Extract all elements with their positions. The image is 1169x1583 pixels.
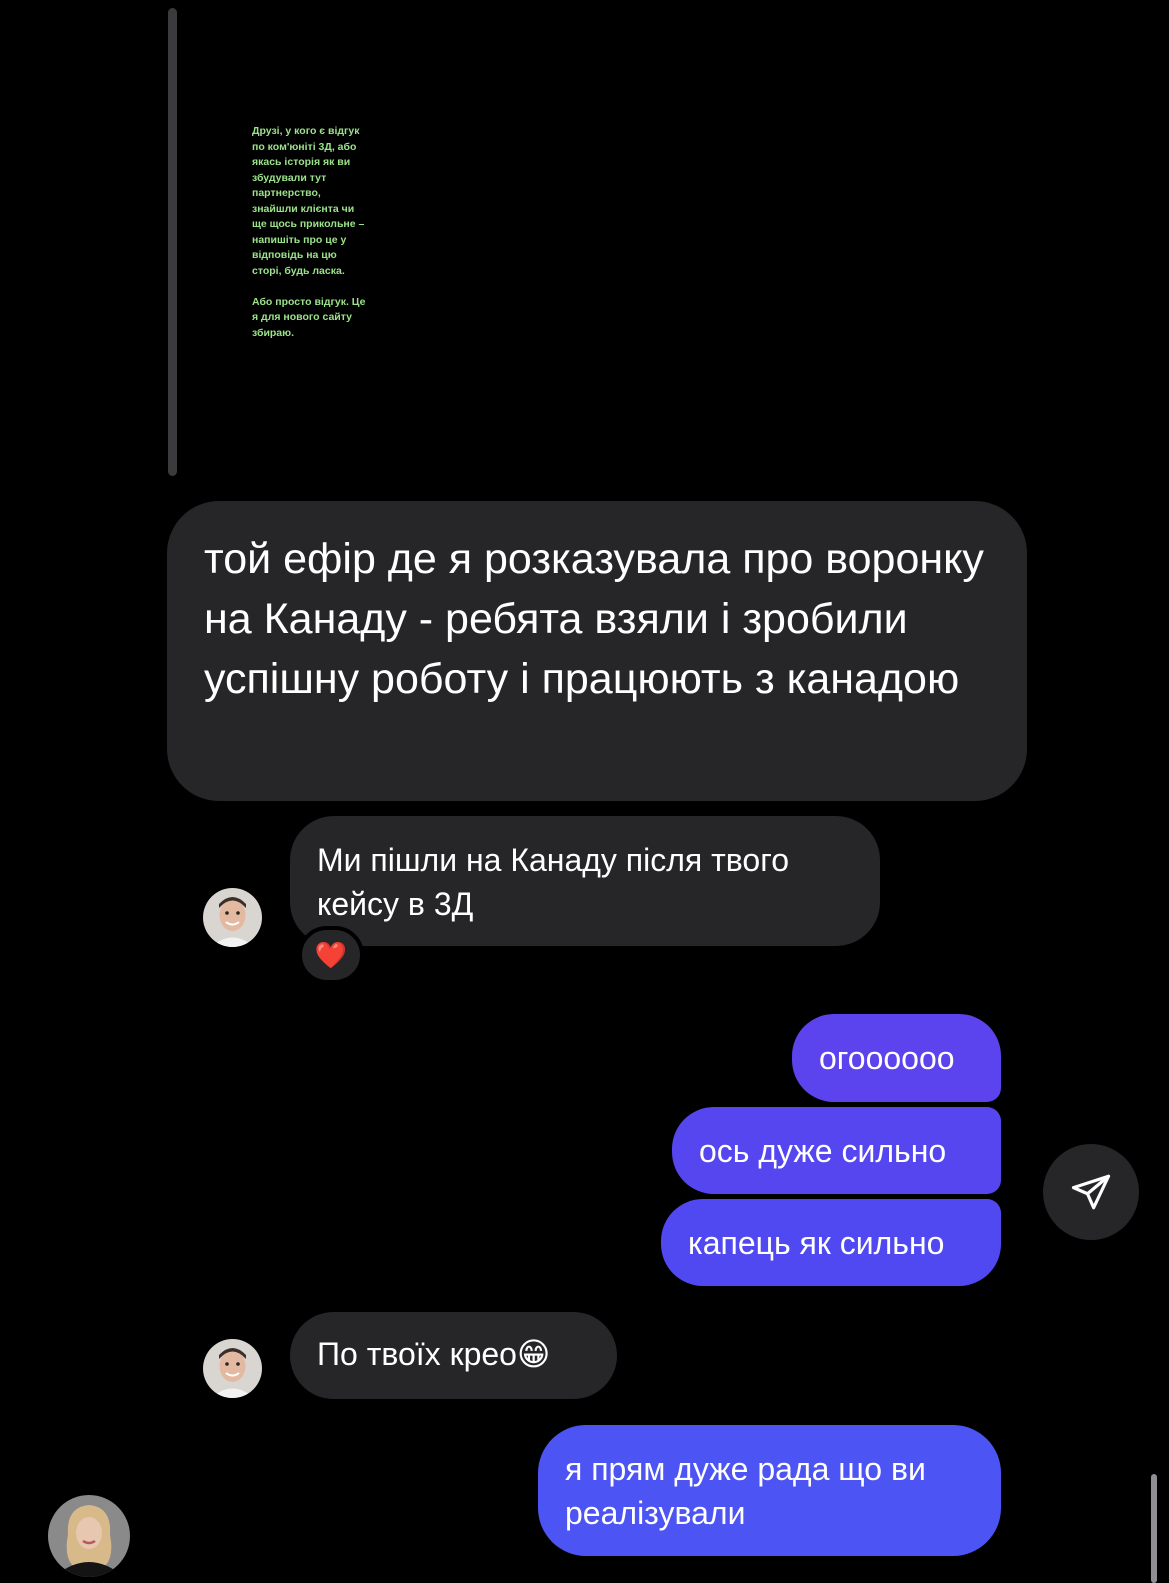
send-button[interactable] [1043,1144,1139,1240]
outgoing-message[interactable]: капець як сильно [661,1199,1001,1286]
scrollbar[interactable] [1151,1474,1157,1583]
outgoing-message[interactable]: ось дуже сильно [672,1107,1001,1194]
story-text: Друзі, у кого є відгук по ком'юніті 3Д, … [252,125,366,339]
story-reply-message[interactable]: той ефір де я розказувала про воронку на… [167,501,1027,801]
contact-avatar[interactable] [203,888,262,947]
incoming-message[interactable]: Ми пішли на Канаду після твого кейсу в 3… [290,816,880,946]
outgoing-message[interactable]: огоооооо [792,1014,1001,1102]
user-avatar[interactable] [48,1495,130,1577]
heart-icon: ❤️ [314,940,348,970]
paper-plane-icon [1071,1174,1111,1210]
story-reply-indicator [168,8,177,476]
heart-reaction[interactable]: ❤️ [298,926,364,984]
contact-avatar[interactable] [203,1339,262,1398]
incoming-message[interactable]: По твоїх крео😁 [290,1312,617,1399]
outgoing-message[interactable]: я прям дуже рада що ви реалізували [538,1425,1001,1556]
